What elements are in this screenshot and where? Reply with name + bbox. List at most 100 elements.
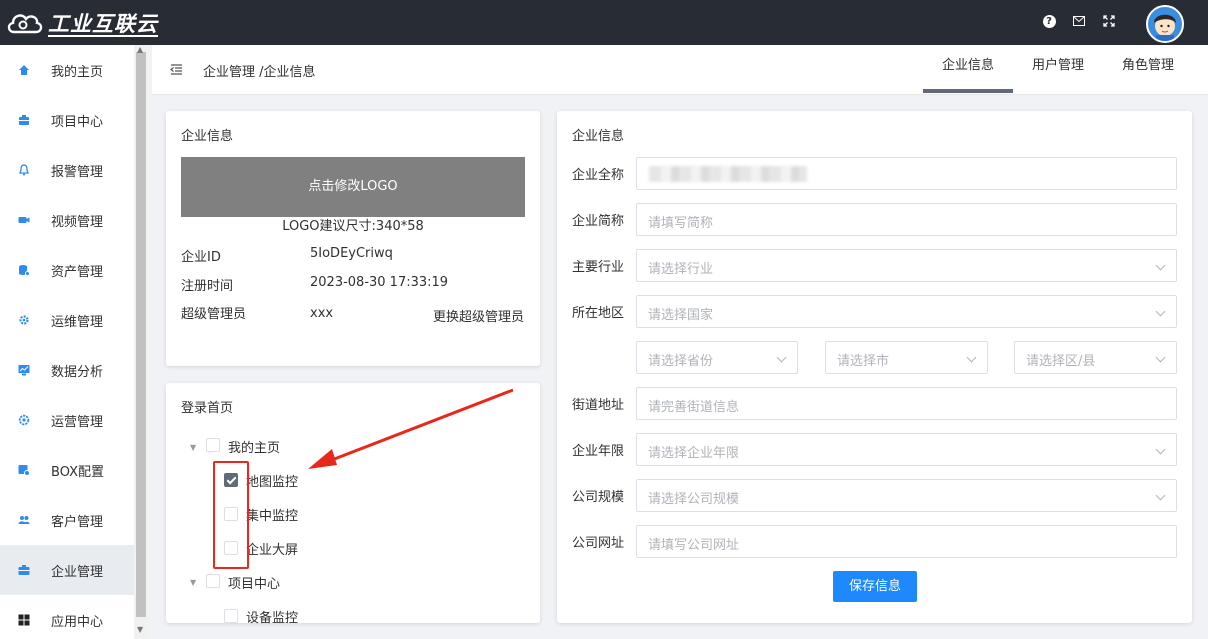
- chart-icon: [18, 364, 30, 376]
- placeholder: 请选择国家: [648, 308, 714, 323]
- province-select[interactable]: 请选择省份: [636, 341, 798, 374]
- placeholder: 请选择市: [837, 354, 890, 369]
- tree-checkbox[interactable]: [224, 609, 238, 623]
- app-logo[interactable]: 工业互联云: [6, 8, 158, 38]
- scroll-up-icon[interactable]: ▲: [137, 46, 145, 54]
- sidebar-item-projects[interactable]: 项目中心: [0, 95, 134, 145]
- sidebar-item-apps[interactable]: 应用中心: [0, 595, 134, 639]
- sidebar-item-ops[interactable]: 运维管理: [0, 295, 134, 345]
- box-icon: [18, 464, 30, 476]
- full-name-label: 企业全称: [572, 168, 625, 183]
- fullscreen-icon[interactable]: [1102, 14, 1116, 28]
- chevron-down-icon: [776, 352, 787, 363]
- tab-role-management[interactable]: 角色管理: [1108, 45, 1188, 95]
- sidebar: 我的主页 项目中心 报警管理 视频管理 资产管理 运维管理 数据分析 运营管理 …: [0, 45, 134, 639]
- scroll-down-icon[interactable]: ▼: [137, 626, 145, 634]
- redacted-value: [649, 166, 807, 182]
- sidebar-item-company[interactable]: 企业管理: [0, 545, 134, 595]
- full-name-input[interactable]: [636, 157, 1177, 190]
- years-select[interactable]: 请选择企业年限: [636, 433, 1177, 466]
- company-info-card: [166, 111, 540, 366]
- sidebar-item-label: BOX配置: [51, 464, 104, 480]
- placeholder: 请选择区/县: [1026, 354, 1096, 369]
- short-name-input[interactable]: 请填写简称: [636, 203, 1177, 236]
- sidebar-item-label: 运维管理: [51, 314, 104, 330]
- placeholder: 请选择行业: [648, 262, 714, 277]
- sidebar-item-assets[interactable]: 资产管理: [0, 245, 134, 295]
- mail-icon[interactable]: [1072, 14, 1086, 28]
- database-icon: [18, 264, 30, 276]
- gear-icon: [18, 314, 30, 326]
- company-id-label: 企业ID: [181, 250, 221, 265]
- sidebar-item-label: 企业管理: [51, 564, 104, 580]
- sidebar-item-box-config[interactable]: BOX配置: [0, 445, 134, 495]
- placeholder: 请选择公司规模: [648, 492, 740, 507]
- sidebar-item-customers[interactable]: 客户管理: [0, 495, 134, 545]
- scale-label: 公司规模: [572, 490, 625, 505]
- tree-node-label: 我的主页: [228, 441, 281, 456]
- chevron-down-icon: [1155, 444, 1166, 455]
- placeholder: 请填写简称: [648, 216, 714, 231]
- home-icon: [18, 64, 30, 76]
- caret-down-icon[interactable]: ▼: [190, 578, 200, 588]
- top-navbar: 工业互联云 ?: [0, 0, 1208, 45]
- tree-node-label: 项目中心: [228, 577, 281, 592]
- sidebar-item-alarm[interactable]: 报警管理: [0, 145, 134, 195]
- sidebar-item-operations[interactable]: 运营管理: [0, 395, 134, 445]
- sidebar-scroll-thumb[interactable]: [136, 52, 146, 617]
- card-title: 企业信息: [181, 129, 234, 144]
- tree-node-label: 设备监控: [246, 611, 299, 626]
- placeholder: 请完善街道信息: [648, 400, 740, 415]
- chevron-down-icon: [1155, 306, 1166, 317]
- save-button[interactable]: 保存信息: [833, 571, 917, 602]
- settings-icon: [18, 414, 30, 426]
- users-icon: [18, 514, 30, 526]
- caret-down-icon[interactable]: ▼: [190, 443, 200, 453]
- card-title: 登录首页: [181, 401, 234, 416]
- city-select[interactable]: 请选择市: [825, 341, 988, 374]
- sidebar-item-label: 客户管理: [51, 514, 104, 530]
- years-label: 企业年限: [572, 444, 625, 459]
- scale-select[interactable]: 请选择公司规模: [636, 479, 1177, 512]
- chevron-down-icon: [966, 352, 977, 363]
- super-admin-label: 超级管理员: [181, 307, 247, 322]
- sidebar-item-video[interactable]: 视频管理: [0, 195, 134, 245]
- super-admin-value: xxx: [310, 306, 334, 321]
- help-icon[interactable]: ?: [1042, 14, 1056, 28]
- tab-user-management[interactable]: 用户管理: [1018, 45, 1098, 95]
- country-select[interactable]: 请选择国家: [636, 295, 1177, 328]
- tree-checkbox[interactable]: [206, 574, 220, 588]
- change-super-admin-link[interactable]: 更换超级管理员: [433, 306, 524, 325]
- chevron-down-icon: [1155, 260, 1166, 271]
- user-avatar[interactable]: [1146, 5, 1184, 43]
- menu-fold-icon[interactable]: [170, 64, 183, 75]
- tree-node-label: 企业大屏: [246, 543, 299, 558]
- sidebar-item-label: 项目中心: [51, 114, 104, 130]
- company-icon: [18, 564, 30, 576]
- industry-select[interactable]: 请选择行业: [636, 249, 1177, 282]
- district-select[interactable]: 请选择区/县: [1014, 341, 1177, 374]
- sidebar-item-label: 视频管理: [51, 214, 104, 230]
- card-title: 企业信息: [572, 129, 625, 144]
- street-input[interactable]: 请完善街道信息: [636, 387, 1177, 420]
- company-id-value: 5IoDEyCriwq: [310, 246, 393, 261]
- sidebar-item-label: 运营管理: [51, 414, 104, 430]
- website-label: 公司网址: [572, 536, 625, 551]
- sidebar-item-label: 数据分析: [51, 364, 104, 380]
- tab-company-info[interactable]: 企业信息: [923, 45, 1013, 95]
- annotation-arrow-icon: [308, 388, 514, 469]
- sidebar-item-analytics[interactable]: 数据分析: [0, 345, 134, 395]
- region-label: 所在地区: [572, 306, 625, 321]
- annotation-highlight-box: [213, 461, 249, 569]
- chevron-down-icon: [1155, 490, 1166, 501]
- change-logo-button[interactable]: 点击修改LOGO: [181, 157, 525, 217]
- placeholder: 请填写公司网址: [648, 538, 740, 553]
- bell-icon: [18, 164, 30, 176]
- tree-checkbox[interactable]: [206, 438, 220, 452]
- website-input[interactable]: 请填写公司网址: [636, 525, 1177, 558]
- registration-time-value: 2023-08-30 17:33:19: [310, 275, 449, 290]
- placeholder: 请选择企业年限: [648, 446, 740, 461]
- grid-icon: [18, 614, 30, 626]
- brand-name: 工业互联云: [48, 12, 158, 36]
- sidebar-item-home[interactable]: 我的主页: [0, 45, 134, 95]
